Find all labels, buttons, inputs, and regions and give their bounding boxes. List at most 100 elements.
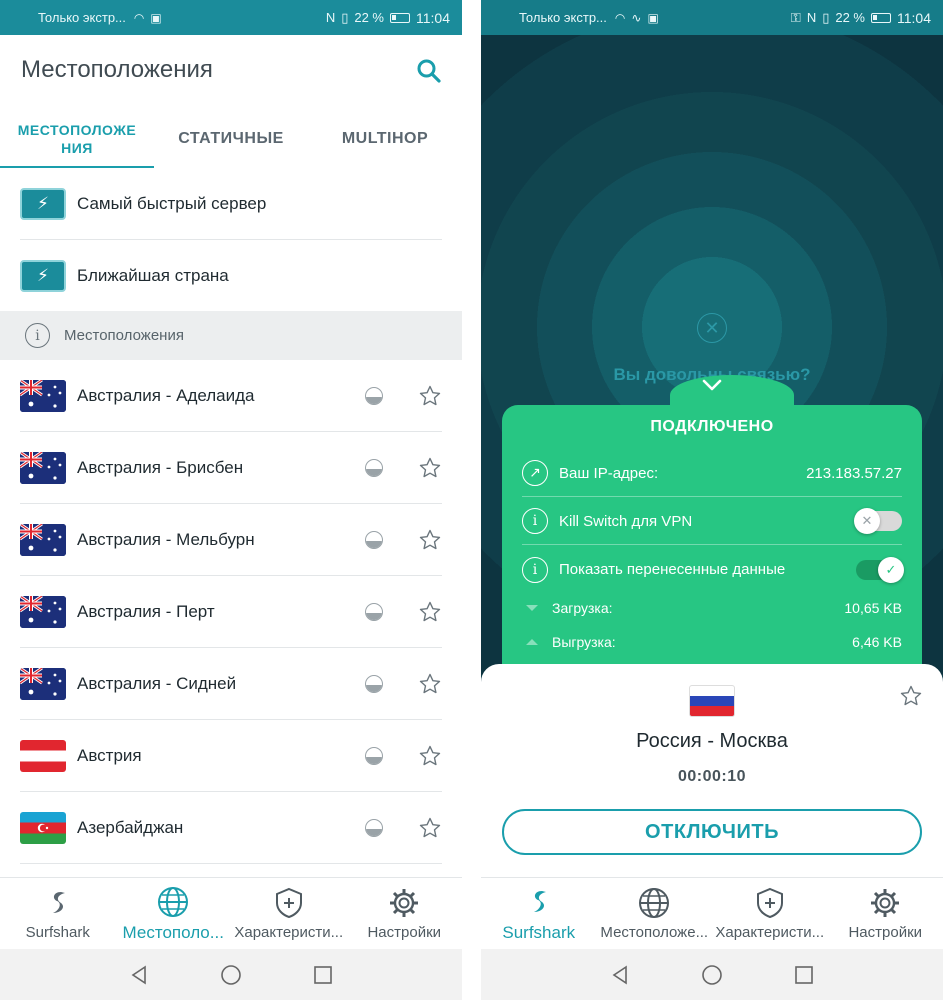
location-row[interactable]: Австралия - Перт [20, 576, 442, 648]
favorite-star-icon[interactable] [418, 528, 442, 552]
favorite-star-icon[interactable] [418, 744, 442, 768]
status-icons: ◠ ∿ ▣ [615, 11, 659, 25]
favorite-star-icon[interactable] [418, 384, 442, 408]
section-header: i Местоположения [0, 311, 462, 360]
australia-flag-icon [20, 523, 66, 556]
location-row[interactable]: Австралия - Мельбурн [20, 504, 442, 576]
disconnect-button[interactable]: ОТКЛЮЧИТЬ [502, 809, 922, 855]
favorite-star-icon[interactable] [418, 816, 442, 840]
gear-icon [390, 889, 419, 917]
nav-surfshark[interactable]: Surfshark [481, 878, 597, 949]
favorite-star-icon[interactable] [418, 672, 442, 696]
nav-label: Surfshark [25, 924, 90, 941]
server-card: Россия - Москва 00:00:10 ОТКЛЮЧИТЬ [481, 664, 943, 877]
wifi-icon: ◠ [133, 10, 145, 25]
upload-label: Выгрузка: [552, 634, 616, 650]
carrier-label: Только экстр... [38, 10, 126, 25]
server-name: Россия - Москва [636, 730, 788, 752]
tab-locations[interactable]: МЕСТОПОЛОЖЕ НИЯ [0, 110, 154, 168]
nav-locations[interactable]: Местополо... [116, 878, 232, 949]
upload-row: Выгрузка: 6,46 KB [526, 627, 902, 657]
close-icon[interactable]: ✕ [697, 313, 727, 343]
location-row[interactable]: Австралия - Аделаида [20, 360, 442, 432]
status-bar: Только экстр... ◠ ▣ N ▯ 22 % 11:04 [0, 0, 462, 35]
connected-screen: Только экстр... ◠ ∿ ▣ ⚿ N ▯ 22 % 11:04 ✕… [481, 0, 943, 1000]
favorite-star-icon[interactable] [418, 456, 442, 480]
nav-label: Surfshark [502, 922, 576, 942]
search-icon[interactable] [416, 58, 442, 84]
kill-switch-toggle[interactable]: ✕ [854, 508, 902, 534]
favorite-star-icon[interactable] [418, 600, 442, 624]
surfshark-logo-icon [52, 892, 65, 913]
clock: 11:04 [416, 9, 450, 26]
show-data-toggle[interactable]: ✓ [856, 556, 904, 583]
nav-surfshark[interactable]: Surfshark [0, 878, 116, 949]
page-title: Местоположения [21, 56, 213, 83]
sim-icon: ▣ [150, 10, 162, 25]
panel-notch [670, 375, 794, 415]
location-label: Австрия [77, 745, 142, 765]
gear-icon [871, 889, 900, 917]
nav-label: Настройки [367, 924, 442, 941]
download-row: Загрузка: 10,65 KB [526, 593, 902, 623]
info-icon[interactable]: i [25, 323, 50, 348]
ip-label: Ваш IP-адрес: [559, 464, 659, 482]
tab-static[interactable]: СТАТИЧНЫЕ [154, 110, 308, 168]
back-icon[interactable] [609, 964, 631, 986]
nav-label: Характеристи... [715, 924, 825, 941]
vpn-key-icon: ⚿ [790, 9, 801, 25]
location-row[interactable]: Австрия [20, 720, 442, 792]
status-icons: ◠ ▣ [134, 11, 162, 25]
nav-features[interactable]: Характеристи... [231, 878, 347, 949]
recents-icon[interactable] [793, 964, 815, 986]
system-nav-bar [0, 949, 462, 1000]
info-icon[interactable]: i [522, 556, 548, 583]
location-label: Австралия - Брисбен [77, 457, 244, 477]
location-label: Австралия - Аделаида [77, 385, 255, 405]
home-icon[interactable] [220, 964, 242, 986]
external-link-icon: ↗ [522, 460, 548, 486]
nav-label: Местополо... [122, 922, 224, 942]
quick-item-label: Ближайшая страна [77, 266, 229, 285]
screen-gap [462, 0, 481, 1000]
server-load-icon [365, 458, 383, 477]
section-label: Местоположения [64, 327, 184, 344]
show-data-row: i Показать перенесенные данные ✓ [522, 546, 904, 593]
wifi-icon: ◠ [614, 10, 626, 25]
location-label: Австралия - Сидней [77, 673, 237, 693]
server-load-icon [365, 602, 383, 621]
location-row[interactable]: Австралия - Сидней [20, 648, 442, 720]
info-icon[interactable]: i [522, 508, 548, 534]
recents-icon[interactable] [312, 964, 334, 986]
australia-flag-icon [20, 379, 66, 412]
tab-multihop[interactable]: MULTIHOP [308, 110, 462, 168]
nearest-country-item[interactable]: ⚡︎ Ближайшая страна [20, 240, 442, 312]
connection-timer: 00:00:10 [677, 768, 747, 785]
location-row[interactable]: Азербайджан [20, 792, 442, 864]
connection-status: ПОДКЛЮЧЕНО [650, 418, 774, 435]
nav-locations[interactable]: Местоположе... [597, 878, 713, 949]
bolt-icon: ⚡︎ [20, 260, 66, 292]
nav-settings[interactable]: Настройки [828, 878, 943, 949]
shield-plus-icon [756, 887, 783, 919]
nav-settings[interactable]: Настройки [347, 878, 463, 949]
status-bar: Только экстр... ◠ ∿ ▣ ⚿ N ▯ 22 % 11:04 [481, 0, 943, 35]
surfshark-status-icon: ∿ [631, 10, 642, 25]
status-right: N ▯ 22 % 11:04 [326, 10, 450, 26]
russia-flag-icon [689, 685, 735, 717]
upload-value: 6,46 KB [852, 634, 902, 650]
nav-features[interactable]: Характеристи... [712, 878, 828, 949]
locations-screen: Только экстр... ◠ ▣ N ▯ 22 % 11:04 Место… [0, 0, 462, 1000]
battery-percent: 22 % [835, 10, 865, 25]
home-icon[interactable] [701, 964, 723, 986]
favorite-star-icon[interactable] [899, 684, 923, 708]
fastest-server-item[interactable]: ⚡︎ Самый быстрый сервер [20, 168, 442, 240]
kill-switch-label: Kill Switch для VPN [559, 512, 693, 530]
chevron-down-icon[interactable] [701, 378, 723, 392]
back-icon[interactable] [128, 964, 150, 986]
battery-icon [871, 12, 891, 23]
tab-bar: МЕСТОПОЛОЖЕ НИЯ СТАТИЧНЫЕ MULTIHOP [0, 110, 462, 168]
location-row[interactable]: Австралия - Брисбен [20, 432, 442, 504]
quick-item-label: Самый быстрый сервер [77, 193, 267, 213]
checkmark-icon: ✓ [878, 556, 904, 583]
